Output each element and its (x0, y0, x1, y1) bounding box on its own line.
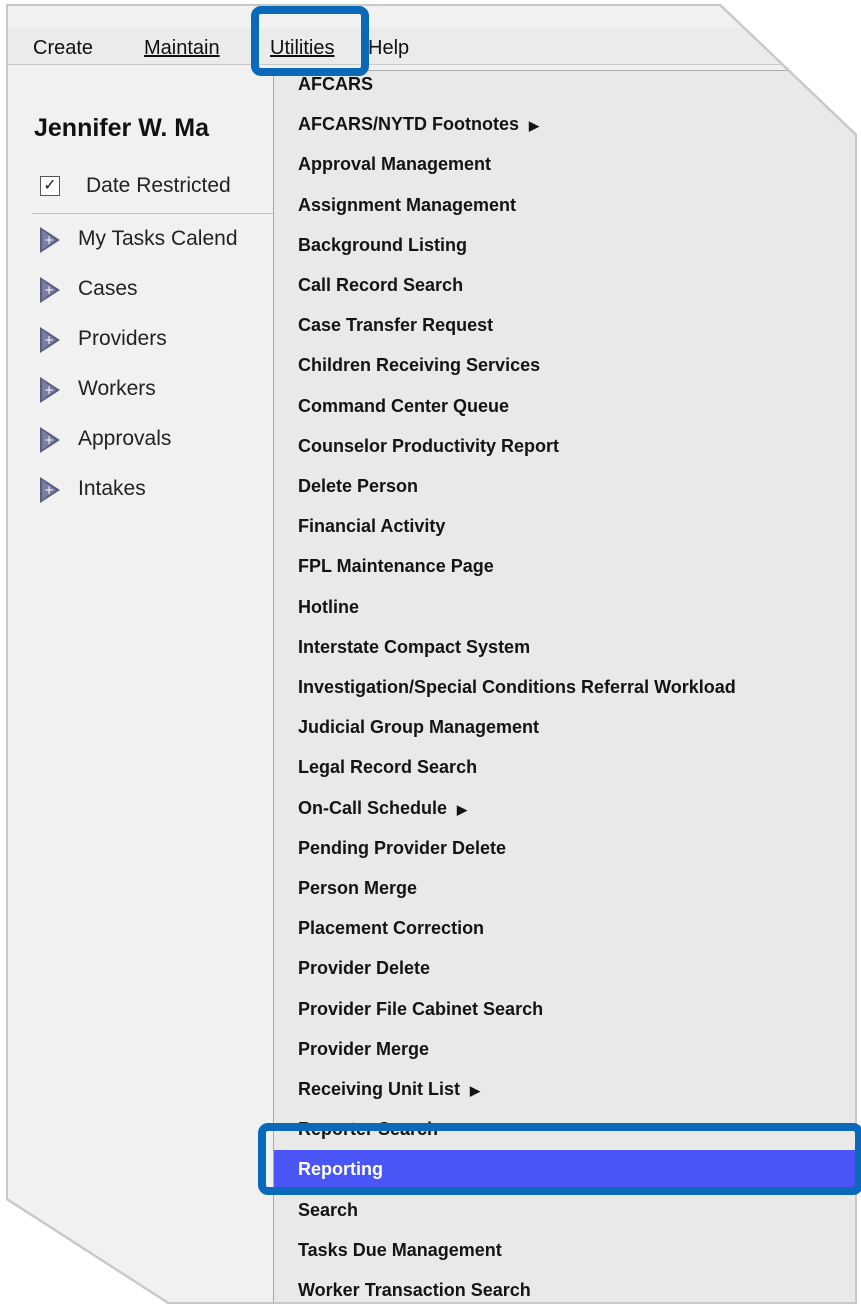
menu-item-label: Provider File Cabinet Search (298, 998, 544, 1019)
menu-item-label: Financial Activity (298, 516, 446, 537)
svg-text:+: + (44, 233, 54, 247)
menu-item[interactable]: Approval Management (274, 145, 855, 185)
menu-item-label: FPL Maintenance Page (298, 556, 494, 577)
date-restricted-checkbox[interactable]: ✓ (40, 176, 60, 196)
expand-arrow-icon[interactable]: + (38, 326, 62, 354)
menu-item-label: Case Transfer Request (298, 315, 494, 336)
menu-item-label: Person Merge (298, 878, 418, 898)
menu-item-label: Legal Record Search (298, 757, 478, 778)
svg-text:+: + (44, 433, 54, 447)
menu-item-label: Pending Provider Delete (298, 837, 507, 858)
reporting-highlight-box (258, 1123, 861, 1195)
tree-item-label: Intakes (78, 477, 146, 500)
menu-item[interactable]: Case Transfer Request (274, 306, 855, 346)
menu-item[interactable]: Worker Transaction Search (274, 1271, 855, 1302)
menu-item[interactable]: Command Center Queue (274, 387, 855, 427)
menu-item-label: Provider Merge (298, 1038, 430, 1059)
menu-item[interactable]: FPL Maintenance Page (274, 547, 855, 587)
tree-item-label: Workers (78, 377, 156, 400)
menu-item[interactable]: Hotline (274, 588, 855, 628)
svg-text:+: + (44, 383, 54, 397)
svg-text:+: + (44, 333, 54, 347)
menu-item-label: Interstate Compact System (298, 636, 531, 657)
submenu-arrow-icon: ▶ (457, 801, 468, 817)
menu-item-label: AFCARS (298, 74, 373, 94)
menu-item-label: Counselor Productivity Report (298, 435, 560, 456)
menu-item-label: Background Listing (298, 234, 468, 255)
menu-item[interactable]: Investigation/Special Conditions Referra… (274, 668, 855, 708)
expand-arrow-icon[interactable]: + (38, 276, 62, 304)
menu-item[interactable]: On-Call Schedule ▶ (274, 789, 855, 829)
menu-item-label: Delete Person (298, 476, 419, 496)
menu-item-label: Hotline (298, 596, 359, 617)
menu-item-label: Investigation/Special Conditions Referra… (298, 677, 736, 697)
menu-item[interactable]: Pending Provider Delete (274, 829, 855, 869)
expand-arrow-icon[interactable]: + (38, 426, 62, 454)
menu-item[interactable]: Legal Record Search (274, 748, 855, 788)
menu-item[interactable]: Interstate Compact System (274, 628, 855, 668)
app-window: Create Maintain Utilities Help Jennifer … (8, 6, 855, 1302)
menu-item-label: Assignment Management (298, 194, 517, 215)
menu-item[interactable]: Call Record Search (274, 266, 855, 306)
page-title: Jennifer W. Ma (34, 114, 210, 142)
menu-item-label: On-Call Schedule (298, 797, 448, 818)
menu-item[interactable]: Receiving Unit List ▶ (274, 1070, 855, 1110)
menu-item[interactable]: Person Merge (274, 869, 855, 909)
menu-maintain[interactable]: Maintain (144, 37, 220, 60)
menu-item[interactable]: Background Listing (274, 226, 855, 266)
menu-item-label: Worker Transaction Search (298, 1280, 531, 1300)
expand-arrow-icon[interactable]: + (38, 476, 62, 504)
svg-text:+: + (44, 483, 54, 497)
menu-item[interactable]: Provider File Cabinet Search (274, 990, 855, 1030)
menu-item[interactable]: Financial Activity (274, 507, 855, 547)
menu-item[interactable]: Tasks Due Management (274, 1231, 855, 1271)
menu-item-label: Placement Correction (298, 918, 485, 939)
utilities-highlight-box (251, 6, 369, 76)
menu-item-label: Tasks Due Management (298, 1239, 502, 1260)
menu-item[interactable]: Provider Merge (274, 1030, 855, 1070)
tree-item-label: My Tasks Calend (78, 227, 238, 250)
menu-item-label: Command Center Queue (298, 395, 510, 416)
date-restricted-label: Date Restricted (86, 174, 231, 197)
menu-item[interactable]: Judicial Group Management (274, 708, 855, 748)
expand-arrow-icon[interactable]: + (38, 376, 62, 404)
utilities-dropdown-menu: AFCARS AFCARS/NYTD Footnotes ▶ Approval Man… (273, 70, 855, 1302)
menu-item-label: AFCARS/NYTD Footnotes (298, 114, 519, 135)
menu-item-label: Approval Management (298, 154, 492, 175)
menu-item-label: Judicial Group Management (298, 717, 540, 738)
tree-item-label: Approvals (78, 427, 172, 450)
menu-item[interactable]: Provider Delete (274, 949, 855, 989)
menu-item-label: Children Receiving Services (298, 355, 541, 376)
menu-item-label: Receiving Unit List (298, 1079, 461, 1099)
svg-text:+: + (44, 283, 54, 297)
menu-create[interactable]: Create (33, 37, 93, 60)
submenu-arrow-icon: ▶ (470, 1083, 481, 1098)
menu-item[interactable]: Counselor Productivity Report (274, 427, 855, 467)
tree-item-label: Cases (78, 277, 138, 300)
menu-item-label: Call Record Search (298, 275, 464, 295)
menu-item-label: Search (298, 1199, 359, 1220)
menu-item[interactable]: Children Receiving Services (274, 346, 855, 386)
menu-item-label: Provider Delete (298, 958, 431, 979)
menu-help[interactable]: Help (368, 37, 409, 60)
expand-arrow-icon[interactable]: + (38, 226, 62, 254)
menu-item[interactable]: Delete Person (274, 467, 855, 507)
menu-item[interactable]: Placement Correction (274, 909, 855, 949)
menu-item[interactable]: AFCARS/NYTD Footnotes ▶ (274, 105, 855, 145)
submenu-arrow-icon: ▶ (528, 118, 539, 134)
menu-item[interactable]: Assignment Management (274, 186, 855, 226)
tree-item-label: Providers (78, 327, 167, 350)
menu-item[interactable]: Search (274, 1191, 855, 1231)
menu-bar: Create Maintain Utilities Help (8, 28, 855, 65)
